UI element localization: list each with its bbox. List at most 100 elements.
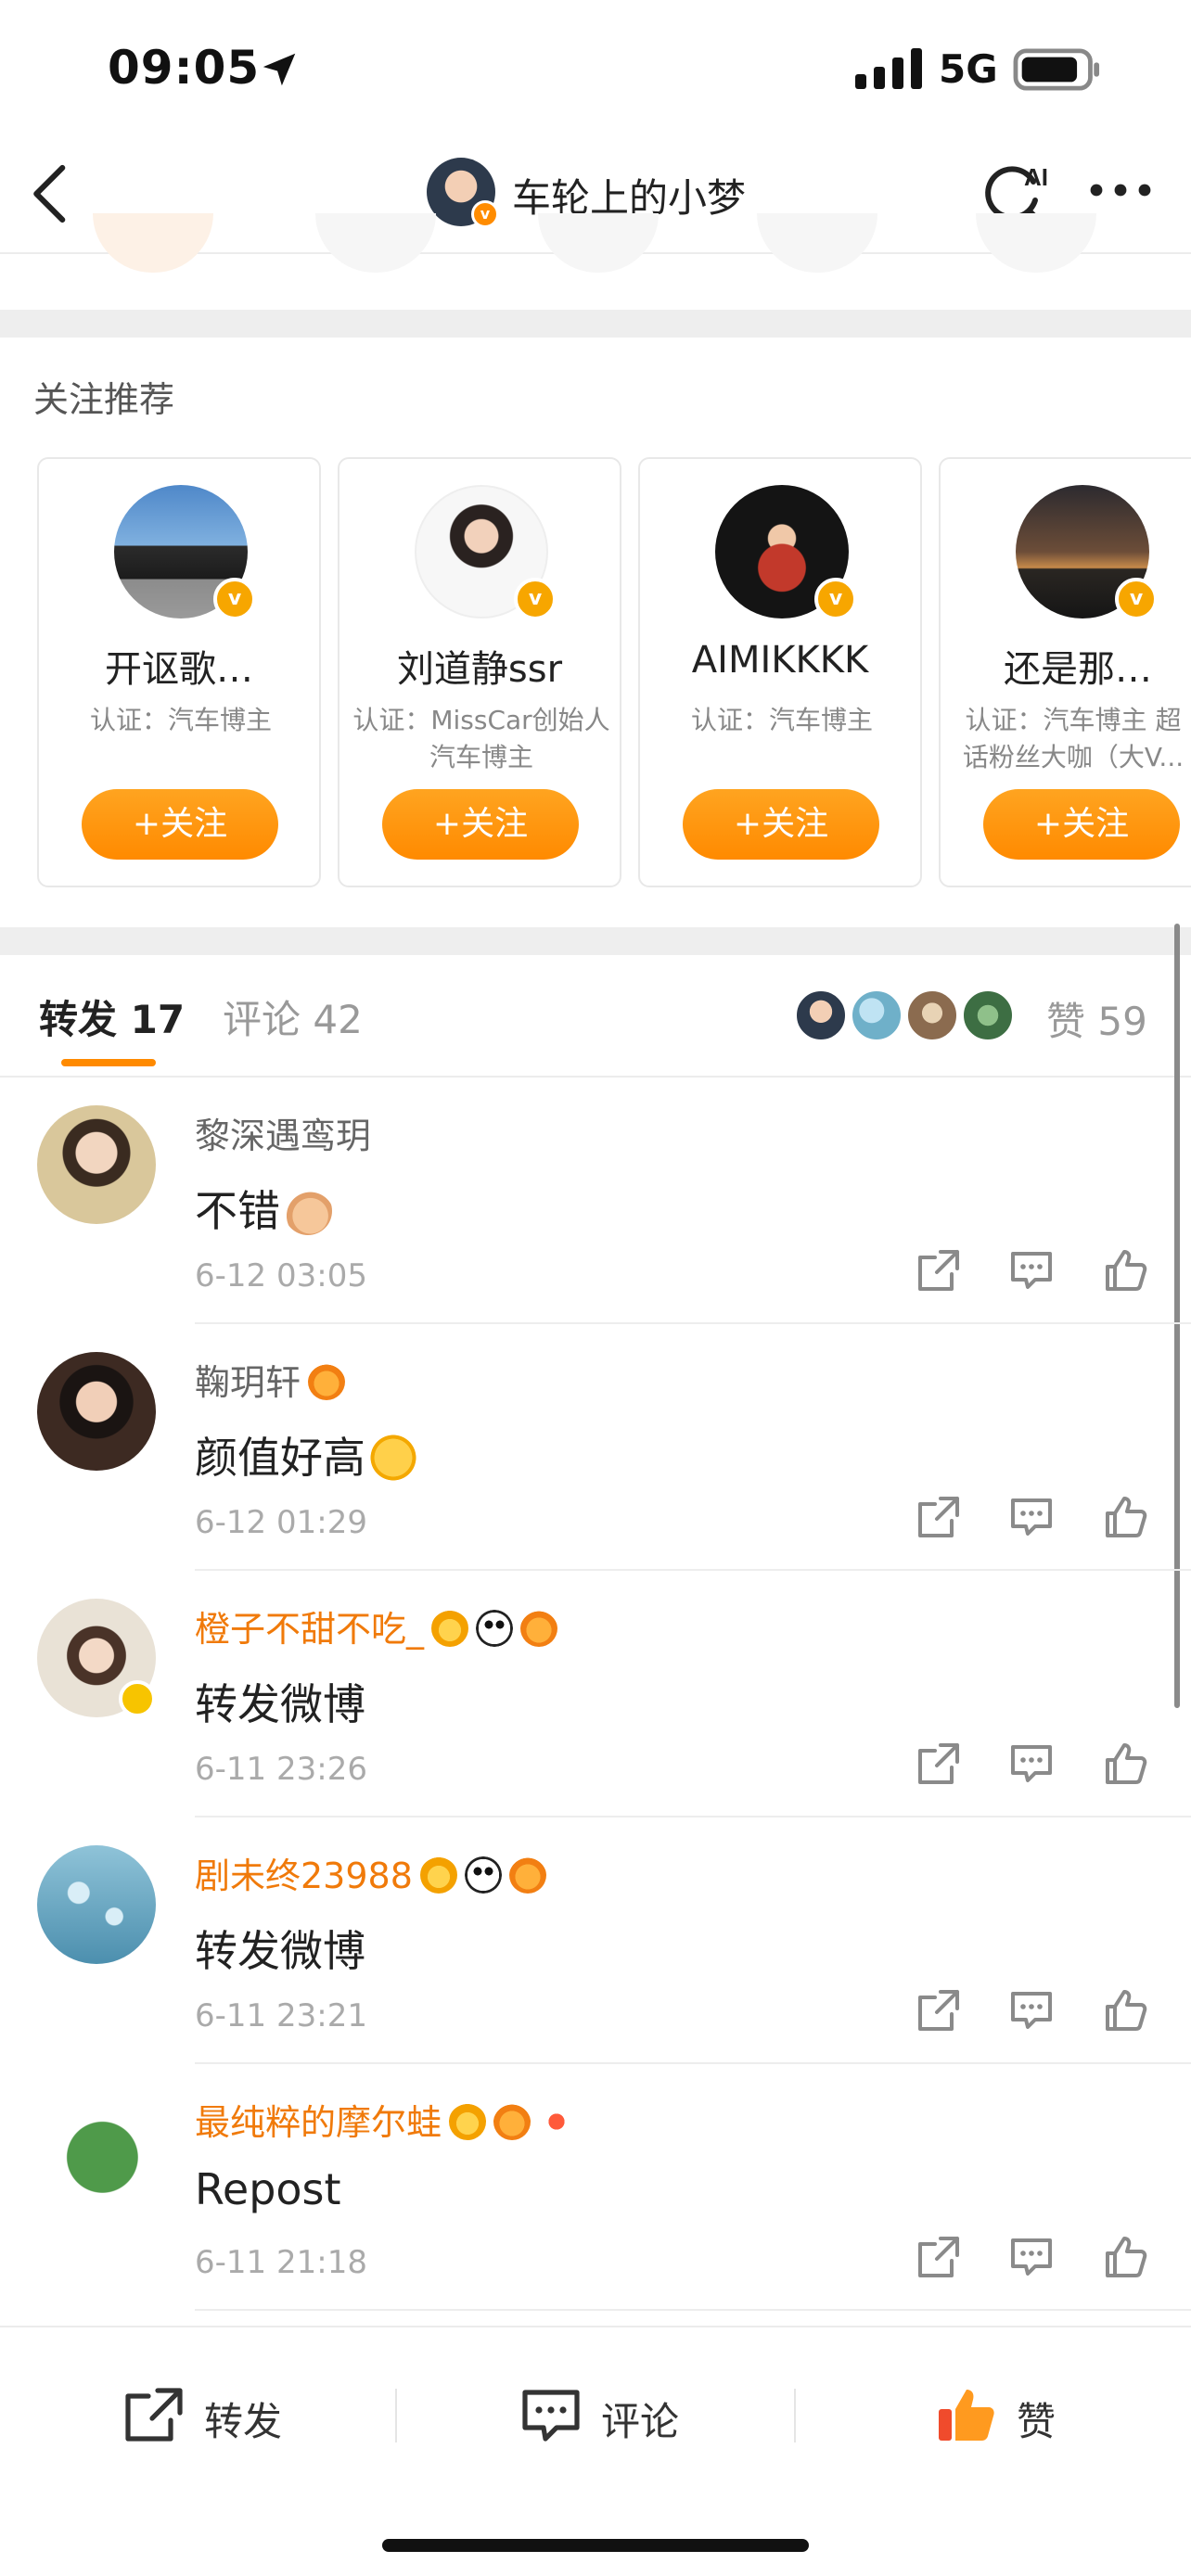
list-item[interactable]: 鞠玥轩 颜值好高 6-12 01:29 — [0, 1324, 1191, 1571]
home-indicator[interactable] — [382, 2539, 809, 2552]
post-text: 转发微博 — [195, 1679, 365, 1729]
thumbs-up-icon[interactable] — [1102, 1740, 1150, 1788]
user-name[interactable]: 黎深遇鸾玥 — [195, 1107, 371, 1158]
comment-icon[interactable] — [1007, 1740, 1056, 1788]
post-text: 转发微博 — [195, 1926, 365, 1976]
verified-badge-icon: v — [814, 578, 857, 620]
user-avatar[interactable] — [37, 1352, 156, 1471]
status-bar: 09:05 5G — [0, 0, 1191, 139]
post-time: 6-11 21:18 — [195, 2244, 367, 2281]
scrolled-avatar — [757, 213, 877, 273]
user-avatar[interactable] — [37, 1105, 156, 1224]
verified-badge-icon — [119, 1680, 156, 1717]
like-label: 赞 — [1017, 2399, 1057, 2444]
comment-icon[interactable] — [1007, 1493, 1056, 1541]
scrolled-avatar — [93, 213, 213, 273]
section-divider — [0, 927, 1191, 955]
blush-emoji-icon — [369, 1433, 417, 1482]
comment-icon[interactable] — [1007, 1246, 1056, 1294]
user-name[interactable]: 鞠玥轩 — [195, 1354, 346, 1405]
tab-repost[interactable]: 转发 17 — [39, 988, 185, 1045]
tab-comment[interactable]: 评论 42 — [223, 988, 363, 1045]
recommend-name: 还是那… — [1004, 648, 1152, 691]
verified-badge-icon: v — [1115, 578, 1158, 620]
post-time: 6-12 01:29 — [195, 1504, 367, 1541]
recommend-cert: 认证：汽车博主 — [89, 705, 272, 735]
panda-badge-icon — [464, 1855, 502, 1894]
follow-button[interactable]: +关注 — [983, 789, 1180, 860]
verified-badge-icon: v — [213, 578, 256, 620]
liker-avatar[interactable] — [961, 988, 1015, 1042]
share-icon[interactable] — [915, 1493, 963, 1541]
user-name-text[interactable]: 最纯粹的摩尔蛙 — [195, 2102, 442, 2143]
fish-badge-icon — [508, 1855, 546, 1894]
more-icon[interactable] — [1087, 176, 1154, 204]
verified-badge-icon: v — [471, 200, 499, 228]
user-name-text[interactable]: 鞠玥轩 — [195, 1362, 301, 1403]
tab-likes[interactable]: 赞 59 — [1046, 990, 1147, 1047]
scrolled-avatar — [538, 213, 659, 273]
follow-button[interactable]: +关注 — [382, 789, 579, 860]
user-name[interactable]: 橙子不甜不吃_ — [195, 1600, 558, 1651]
scrolled-avatar — [315, 213, 436, 273]
thumbs-up-emoji-icon — [284, 1186, 332, 1235]
post-text: Repost — [195, 2164, 341, 2214]
list-item[interactable]: 橙子不甜不吃_ 转发微博 6-11 23:26 — [0, 1571, 1191, 1817]
comment-icon[interactable] — [1007, 1986, 1056, 2034]
recommend-cert: 认证：汽车博主 超话粉丝大咖（大V... — [962, 705, 1185, 772]
user-name[interactable]: 最纯粹的摩尔蛙 — [195, 2094, 576, 2145]
user-name-text[interactable]: 橙子不甜不吃_ — [195, 1609, 424, 1650]
fish-badge-icon — [493, 2102, 531, 2140]
separator — [395, 2389, 397, 2442]
user-avatar[interactable] — [37, 1845, 156, 1964]
ai-label: AI — [1024, 163, 1048, 191]
liker-avatar[interactable] — [905, 988, 959, 1042]
list-item[interactable]: 剧未终23988 转发微博 6-11 23:21 — [0, 1817, 1191, 2064]
thumbs-up-icon — [939, 2390, 994, 2441]
comment-button[interactable]: 评论 — [519, 2378, 705, 2452]
recommend-card[interactable]: v AIMIKKKK 认证：汽车博主 +关注 — [638, 457, 922, 887]
user-name[interactable]: 剧未终23988 — [195, 1847, 546, 1898]
follow-button[interactable]: +关注 — [82, 789, 278, 860]
thumbs-up-icon[interactable] — [1102, 1493, 1150, 1541]
share-icon[interactable] — [915, 1740, 963, 1788]
list-item[interactable]: 最纯粹的摩尔蛙 Repost 6-11 21:18 — [0, 2064, 1191, 2311]
user-name-text[interactable]: 黎深遇鸾玥 — [195, 1116, 371, 1156]
liker-avatar[interactable] — [794, 988, 848, 1042]
recommend-card[interactable]: v 还是那… 认证：汽车博主 超话粉丝大咖（大V... +关注 — [939, 457, 1191, 887]
follow-button[interactable]: +关注 — [683, 789, 879, 860]
post-text-content: 颜值好高 — [195, 1433, 365, 1483]
post-text-content: 不错 — [195, 1186, 280, 1236]
recommend-card[interactable]: v 刘道静ssr 认证：MissCar创始人 汽车博主 +关注 — [338, 457, 621, 887]
comment-icon[interactable] — [1007, 2233, 1056, 2281]
recommend-name: 开讴歌… — [105, 648, 253, 691]
share-icon[interactable] — [915, 2233, 963, 2281]
post-text: 不错 — [195, 1178, 332, 1239]
panda-badge-icon — [476, 1609, 514, 1647]
recommend-card[interactable]: v 开讴歌… 认证：汽车博主 +关注 — [37, 457, 321, 887]
location-arrow-icon — [263, 53, 296, 86]
scrolled-avatar — [976, 213, 1096, 273]
recommend-name: 刘道静ssr — [396, 648, 563, 691]
user-avatar[interactable] — [37, 2092, 156, 2211]
list-item[interactable]: 黎深遇鸾玥 不错 6-12 03:05 — [0, 1078, 1191, 1324]
row-divider — [195, 2309, 1191, 2311]
comment-label: 评论 — [601, 2399, 680, 2444]
post-time: 6-11 23:26 — [195, 1751, 367, 1788]
fish-badge-icon — [520, 1609, 558, 1647]
thumbs-up-icon[interactable] — [1102, 1986, 1150, 2034]
recommendations-title: 关注推荐 — [33, 379, 175, 420]
share-icon[interactable] — [915, 1986, 963, 2034]
crown-badge-icon — [431, 1609, 469, 1647]
thumbs-up-icon[interactable] — [1102, 1246, 1150, 1294]
liker-avatar[interactable] — [850, 988, 903, 1042]
comment-icon — [522, 2390, 580, 2442]
back-icon[interactable] — [26, 161, 76, 226]
thumbs-up-icon[interactable] — [1102, 2233, 1150, 2281]
crown-badge-icon — [449, 2102, 487, 2140]
like-button[interactable]: 赞 — [935, 2378, 1083, 2452]
share-icon[interactable] — [915, 1246, 963, 1294]
signal-icon — [855, 48, 922, 89]
user-name-text[interactable]: 剧未终23988 — [195, 1855, 413, 1896]
repost-button[interactable]: 转发 — [122, 2378, 308, 2452]
